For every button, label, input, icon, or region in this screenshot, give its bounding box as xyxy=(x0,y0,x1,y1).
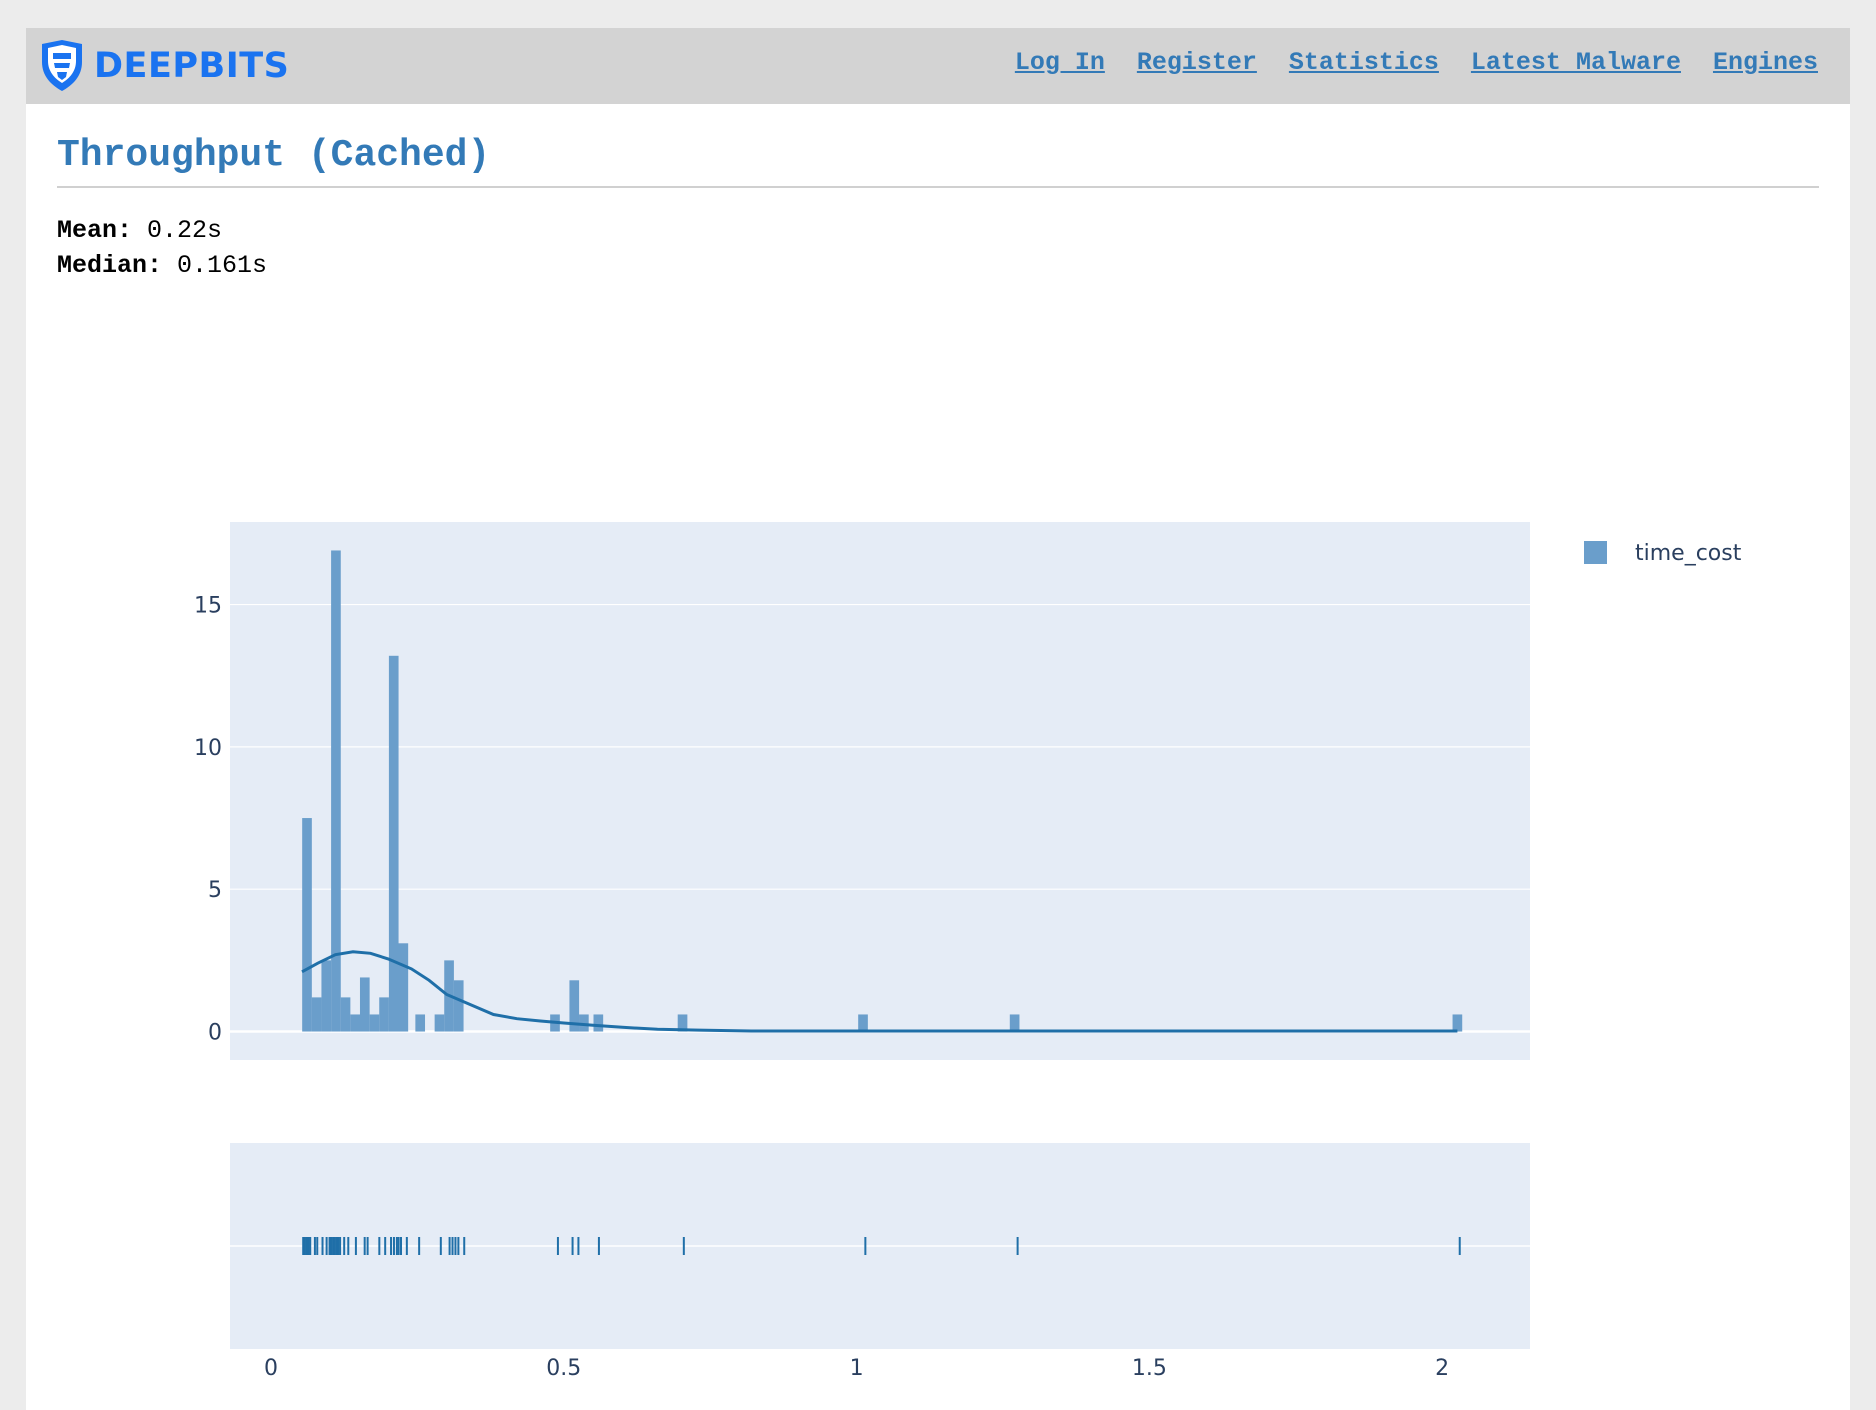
mean-value: 0.22s xyxy=(147,216,223,245)
mean-label: Mean: xyxy=(57,216,133,245)
brand-logo[interactable]: DEEPBITS xyxy=(40,38,289,94)
mean-stat: Mean: 0.22s xyxy=(57,216,222,245)
nav-links: Log In Register Statistics Latest Malwar… xyxy=(1015,48,1818,77)
brand-name: DEEPBITS xyxy=(94,46,290,86)
shield-logo-icon xyxy=(42,40,82,91)
nav-link-log-in[interactable]: Log In xyxy=(1015,48,1105,77)
median-value: 0.161s xyxy=(177,251,268,280)
nav-link-statistics[interactable]: Statistics xyxy=(1289,48,1439,77)
median-stat: Median: 0.161s xyxy=(57,251,267,280)
nav-link-register[interactable]: Register xyxy=(1137,48,1257,77)
navbar: DEEPBITS Log In Register Statistics Late… xyxy=(26,28,1850,104)
nav-link-latest-malware[interactable]: Latest Malware xyxy=(1471,48,1681,77)
median-label: Median: xyxy=(57,251,163,280)
page-container: DEEPBITS Log In Register Statistics Late… xyxy=(26,28,1850,1410)
title-divider xyxy=(57,186,1819,188)
page-title: Throughput (Cached) xyxy=(57,134,491,177)
nav-link-engines[interactable]: Engines xyxy=(1713,48,1818,77)
